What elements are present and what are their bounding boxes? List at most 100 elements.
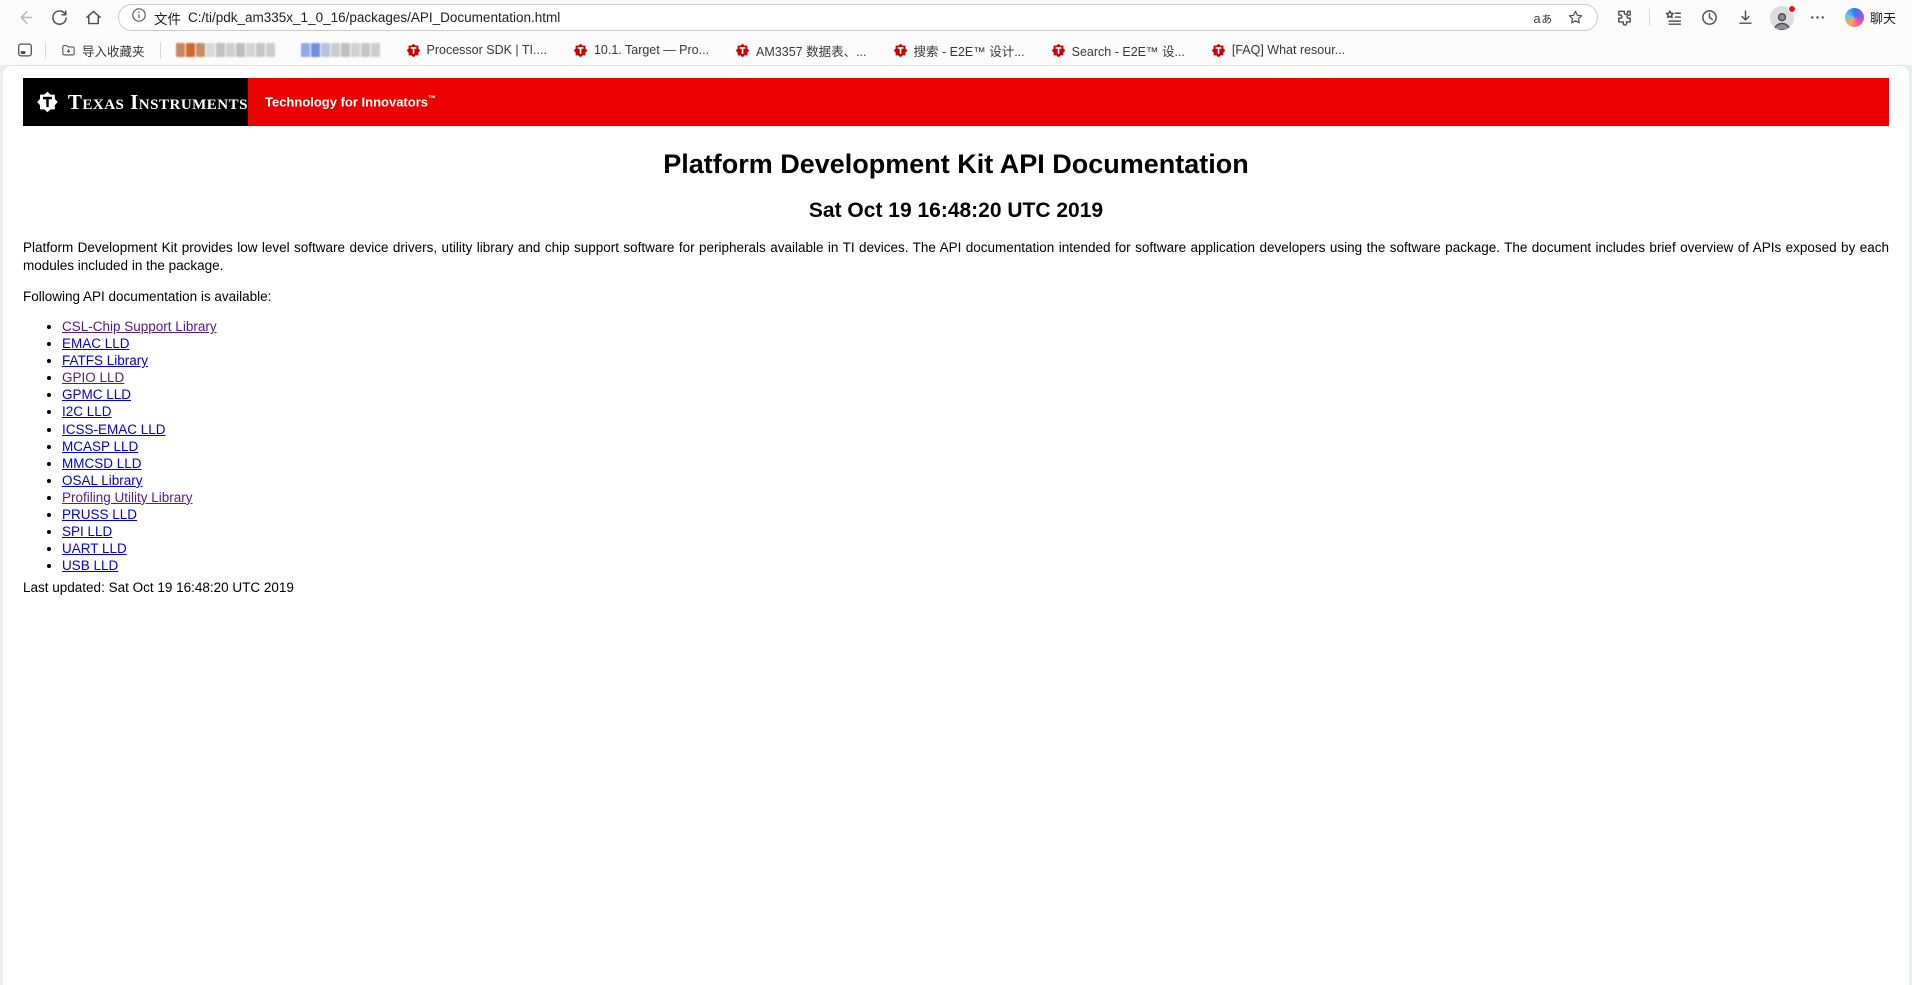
url-text[interactable]: C:/ti/pdk_am335x_1_0_16/packages/API_Doc…: [188, 10, 1523, 25]
bookmark-label: 10.1. Target — Pro...: [593, 43, 710, 57]
api-link-item: USB LLD: [62, 557, 1889, 574]
refresh-button[interactable]: [44, 4, 74, 32]
browser-toolbar: 文件 C:/ti/pdk_am335x_1_0_16/packages/API_…: [0, 0, 1912, 35]
profile-button[interactable]: [1767, 4, 1797, 32]
api-link[interactable]: UART LLD: [62, 541, 127, 556]
bookmark-label: Processor SDK | TI....: [426, 43, 547, 57]
profile-icon: [1773, 12, 1791, 30]
translate-button[interactable]: aぁ: [1530, 6, 1556, 29]
import-folder-icon: [62, 45, 75, 56]
more-icon: [1811, 16, 1825, 19]
api-link-item: EMAC LLD: [62, 335, 1889, 352]
api-link-item: MCASP LLD: [62, 438, 1889, 455]
redacted-bookmark-pixels: [300, 43, 380, 57]
bookmark-label: [FAQ] What resour...: [1231, 43, 1346, 57]
refresh-icon: [51, 10, 67, 25]
bookmark-item-redacted[interactable]: [168, 40, 283, 60]
copilot-icon: [1844, 8, 1864, 27]
add-favorite-button[interactable]: [1563, 6, 1589, 29]
api-link-item: CSL-Chip Support Library: [62, 318, 1889, 335]
toolbar-right-cluster: 聊天: [1610, 4, 1902, 32]
bookmark-item-redacted[interactable]: [293, 40, 388, 60]
api-link-item: UART LLD: [62, 540, 1889, 557]
add-favorite-icon: [1569, 10, 1583, 24]
downloads-icon: [1739, 10, 1753, 24]
api-link[interactable]: USB LLD: [62, 558, 118, 573]
translate-icon: aぁ: [1533, 11, 1553, 26]
bookmark-favicon: [406, 43, 421, 58]
back-icon: [20, 11, 32, 24]
api-link-item: SPI LLD: [62, 523, 1889, 540]
bookmark-item[interactable]: [FAQ] What resour...: [1203, 40, 1353, 61]
browser-chrome: 文件 C:/ti/pdk_am335x_1_0_16/packages/API_…: [0, 0, 1912, 65]
api-link[interactable]: GPIO LLD: [62, 370, 124, 385]
api-link[interactable]: Profiling Utility Library: [62, 490, 193, 505]
bookmark-item[interactable]: Search - E2E™ 设...: [1043, 38, 1193, 63]
import-favorites-label: 导入收藏夹: [82, 44, 145, 59]
api-link-item: I2C LLD: [62, 403, 1889, 420]
ti-favicon: [735, 43, 750, 57]
tab-sidebar-icon: [18, 43, 32, 57]
bookmark-favicon: [1211, 43, 1226, 58]
ti-banner: Texas Instruments Technology for Innovat…: [23, 78, 1889, 126]
bookmark-item[interactable]: Processor SDK | TI....: [398, 40, 555, 61]
api-link[interactable]: I2C LLD: [62, 404, 112, 419]
bookmark-item[interactable]: 10.1. Target — Pro...: [565, 40, 717, 61]
ti-favicon: [406, 43, 420, 57]
api-link[interactable]: EMAC LLD: [62, 336, 130, 351]
api-link-item: GPIO LLD: [62, 369, 1889, 386]
home-icon: [85, 10, 101, 25]
bookmark-favicon: [735, 43, 750, 58]
bookmark-favicon: [573, 43, 588, 58]
import-favorites-button[interactable]: 导入收藏夹: [53, 38, 153, 63]
intro-paragraph: Platform Development Kit provides low le…: [23, 240, 1889, 273]
api-link[interactable]: MCASP LLD: [62, 439, 138, 454]
ti-logo-block: Texas Instruments: [23, 78, 248, 126]
downloads-button[interactable]: [1731, 4, 1761, 32]
api-link-item: FATFS Library: [62, 352, 1889, 369]
bookmarks-divider: [45, 41, 46, 59]
ti-favicon: [1051, 43, 1065, 57]
settings-more-button[interactable]: [1803, 4, 1833, 32]
api-link[interactable]: GPMC LLD: [62, 387, 131, 402]
api-link[interactable]: MMCSD LLD: [62, 456, 142, 471]
back-button[interactable]: [10, 4, 40, 32]
bookmark-favicon: [1051, 43, 1066, 58]
ti-bug-logo: [37, 91, 58, 113]
api-link-item: ICSS-EMAC LLD: [62, 421, 1889, 438]
redacted-bookmark-pixels: [175, 43, 275, 57]
notification-dot: [1787, 4, 1796, 13]
favorites-hub-button[interactable]: [1659, 4, 1689, 32]
ti-favicon: [573, 43, 588, 57]
bookmark-label: AM3357 数据表、...: [756, 44, 867, 59]
api-link-item: MMCSD LLD: [62, 455, 1889, 472]
home-button[interactable]: [78, 4, 108, 32]
address-bar[interactable]: 文件 C:/ti/pdk_am335x_1_0_16/packages/API_…: [118, 4, 1598, 31]
copilot-chat-button[interactable]: 聊天: [1839, 5, 1902, 30]
history-button[interactable]: [1695, 4, 1725, 32]
api-link-item: Profiling Utility Library: [62, 489, 1889, 506]
bookmark-item[interactable]: AM3357 数据表、...: [727, 38, 874, 63]
info-icon[interactable]: [131, 7, 147, 28]
last-updated: Last updated: Sat Oct 19 16:48:20 UTC 20…: [23, 580, 294, 596]
history-icon: [1702, 10, 1718, 25]
web-page: Texas Instruments Technology for Innovat…: [3, 65, 1909, 985]
api-link[interactable]: CSL-Chip Support Library: [62, 319, 217, 334]
toolbar-divider: [1648, 9, 1650, 26]
url-scheme-label: 文件: [154, 11, 181, 27]
tab-sidebar-button[interactable]: [12, 38, 38, 62]
api-doc-list: CSL-Chip Support Library EMAC LLD FATFS Li…: [23, 318, 1889, 574]
api-link[interactable]: FATFS Library: [62, 353, 148, 368]
api-link-item: OSAL Library: [62, 472, 1889, 489]
bookmark-item[interactable]: 搜索 - E2E™ 设计...: [885, 38, 1033, 63]
extensions-button[interactable]: [1610, 4, 1640, 32]
bookmark-label: 搜索 - E2E™ 设计...: [913, 44, 1025, 59]
ti-banner-red: Technology for Innovators™: [248, 78, 1889, 126]
ti-tagline: Technology for Innovators™: [265, 94, 436, 110]
api-link[interactable]: SPI LLD: [62, 524, 112, 539]
favorites-hub-icon: [1666, 10, 1682, 25]
date-heading: Sat Oct 19 16:48:20 UTC 2019: [808, 199, 1104, 222]
api-link[interactable]: ICSS-EMAC LLD: [62, 422, 166, 437]
api-link[interactable]: PRUSS LLD: [62, 507, 137, 522]
api-link[interactable]: OSAL Library: [62, 473, 143, 488]
